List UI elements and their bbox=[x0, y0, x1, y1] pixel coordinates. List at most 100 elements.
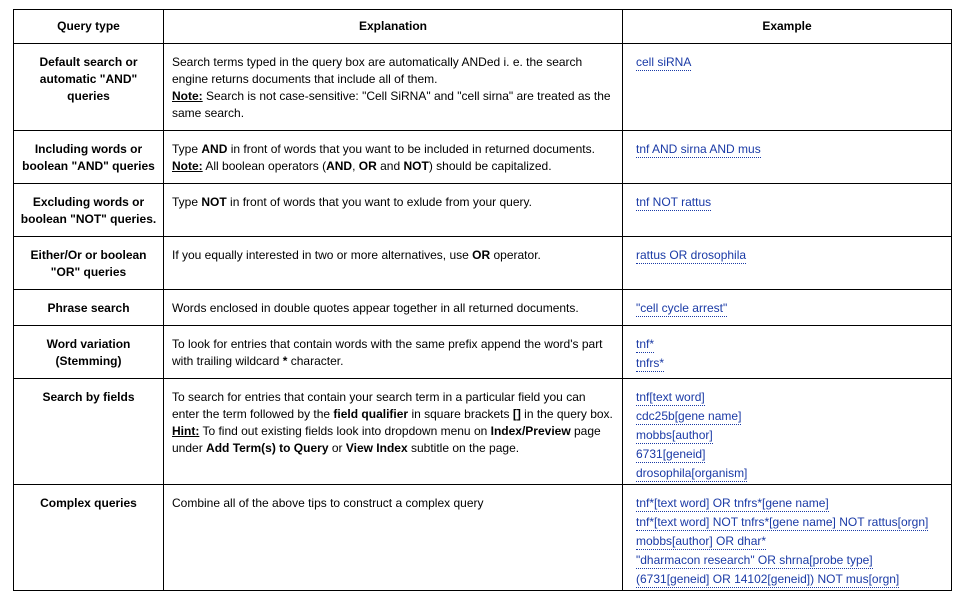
table-row: Search by fields To search for entries t… bbox=[13, 378, 952, 485]
explanation-text: All boolean operators ( bbox=[202, 159, 327, 173]
example-query-link[interactable]: tnf*[text word] NOT tnfrs*[gene name] NO… bbox=[636, 515, 929, 531]
explanation-cell: If you equally interested in two or more… bbox=[163, 236, 623, 290]
table-row: Phrase search Words enclosed in double q… bbox=[13, 289, 952, 326]
query-type-cell: Either/Or or boolean "OR" queries bbox=[13, 236, 164, 290]
explanation-text: Search terms typed in the query box are … bbox=[172, 55, 583, 86]
example-cell: rattus OR drosophila bbox=[622, 236, 952, 290]
note-label: Hint: bbox=[172, 424, 200, 438]
example-line: tnf*[text word] NOT tnfrs*[gene name] NO… bbox=[636, 514, 941, 533]
explanation-text: Search is not case-sensitive: "Cell SiRN… bbox=[172, 89, 611, 120]
table-row: Either/Or or boolean "OR" queries If you… bbox=[13, 236, 952, 290]
query-type-cell: Default search or automatic "AND" querie… bbox=[13, 43, 164, 131]
example-line: 6731[geneid] bbox=[636, 446, 941, 465]
keyword-text: Add Term(s) to Query bbox=[206, 441, 329, 455]
example-query-link[interactable]: tnf*[text word] OR tnfrs*[gene name] bbox=[636, 496, 829, 512]
explanation-text: character. bbox=[287, 354, 344, 368]
example-query-link[interactable]: tnf* bbox=[636, 337, 655, 353]
example-line: tnf[text word] bbox=[636, 389, 941, 408]
table-row: Complex queries Combine all of the above… bbox=[13, 484, 952, 591]
explanation-text: Type bbox=[172, 142, 202, 156]
keyword-text: AND bbox=[326, 159, 353, 173]
keyword-text: OR bbox=[472, 248, 491, 262]
note-label: Note: bbox=[172, 159, 203, 173]
explanation-text: If you equally interested in two or more… bbox=[172, 248, 473, 262]
explanation-text: , bbox=[352, 159, 359, 173]
example-line: tnf AND sirna AND mus bbox=[636, 141, 941, 160]
keyword-text: View Index bbox=[345, 441, 408, 455]
table-row: Including words or boolean "AND" queries… bbox=[13, 130, 952, 184]
example-cell: tnf[text word] cdc25b[gene name] mobbs[aut… bbox=[622, 378, 952, 485]
explanation-text: subtitle on the page. bbox=[407, 441, 520, 455]
example-line: tnf NOT rattus bbox=[636, 194, 941, 213]
query-type-cell: Search by fields bbox=[13, 378, 164, 485]
example-line: mobbs[author] OR dhar* bbox=[636, 533, 941, 552]
example-line: cell siRNA bbox=[636, 54, 941, 73]
table-row: Word variation (Stemming) To look for en… bbox=[13, 325, 952, 379]
explanation-text: Combine all of the above tips to constru… bbox=[172, 496, 484, 510]
example-query-link[interactable]: tnf NOT rattus bbox=[636, 195, 712, 211]
explanation-cell: To search for entries that contain your … bbox=[163, 378, 623, 485]
table-row: Default search or automatic "AND" querie… bbox=[13, 43, 952, 131]
explanation-text: or bbox=[328, 441, 346, 455]
example-cell: tnf* tnfrs* bbox=[622, 325, 952, 379]
example-line: rattus OR drosophila bbox=[636, 247, 941, 266]
example-query-link[interactable]: mobbs[author] OR dhar* bbox=[636, 534, 767, 550]
header-row: Query type Explanation Example bbox=[13, 9, 952, 44]
explanation-cell: Words enclosed in double quotes appear t… bbox=[163, 289, 623, 326]
example-line: "dharmacon research" OR shrna[probe type… bbox=[636, 552, 941, 571]
keyword-text: field qualifier bbox=[333, 407, 409, 421]
example-query-link[interactable]: (6731[geneid] OR 14102[geneid]) NOT mus[… bbox=[636, 572, 900, 588]
explanation-cell: To look for entries that contain words w… bbox=[163, 325, 623, 379]
explanation-text: Type bbox=[172, 195, 202, 209]
keyword-text: Index/Preview bbox=[490, 424, 571, 438]
query-type-cell: Excluding words or boolean "NOT" queries… bbox=[13, 183, 164, 237]
explanation-text: ) should be capitalized. bbox=[428, 159, 552, 173]
example-query-link[interactable]: cdc25b[gene name] bbox=[636, 409, 742, 425]
example-cell: tnf*[text word] OR tnfrs*[gene name] tnf*… bbox=[622, 484, 952, 591]
query-type-cell: Including words or boolean "AND" queries bbox=[13, 130, 164, 184]
keyword-text: NOT bbox=[403, 159, 429, 173]
query-type-cell: Word variation (Stemming) bbox=[13, 325, 164, 379]
example-line: mobbs[author] bbox=[636, 427, 941, 446]
explanation-text: Words enclosed in double quotes appear t… bbox=[172, 301, 579, 315]
example-query-link[interactable]: 6731[geneid] bbox=[636, 447, 706, 463]
example-query-link[interactable]: "dharmacon research" OR shrna[probe type… bbox=[636, 553, 873, 569]
keyword-text: [] bbox=[512, 407, 521, 421]
example-query-link[interactable]: mobbs[author] bbox=[636, 428, 713, 444]
example-line: "cell cycle arrest" bbox=[636, 300, 941, 319]
example-query-link[interactable]: "cell cycle arrest" bbox=[636, 301, 728, 317]
explanation-cell: Search terms typed in the query box are … bbox=[163, 43, 623, 131]
explanation-text: operator. bbox=[490, 248, 541, 262]
explanation-cell: Combine all of the above tips to constru… bbox=[163, 484, 623, 591]
query-type-cell: Complex queries bbox=[13, 484, 164, 591]
example-line: tnf* bbox=[636, 336, 941, 355]
query-help-table: Query type Explanation Example Default s… bbox=[13, 9, 952, 591]
example-cell: "cell cycle arrest" bbox=[622, 289, 952, 326]
example-line: drosophila[organism] bbox=[636, 465, 941, 484]
example-query-link[interactable]: cell siRNA bbox=[636, 55, 692, 71]
example-query-link[interactable]: drosophila[organism] bbox=[636, 466, 748, 482]
explanation-text: To find out existing fields look into dr… bbox=[199, 424, 491, 438]
query-type-cell: Phrase search bbox=[13, 289, 164, 326]
explanation-text: and bbox=[376, 159, 404, 173]
table-body: Default search or automatic "AND" querie… bbox=[13, 43, 952, 591]
header-query-type: Query type bbox=[13, 9, 164, 44]
example-cell: cell siRNA bbox=[622, 43, 952, 131]
example-line: tnfrs* bbox=[636, 355, 941, 374]
table-row: Excluding words or boolean "NOT" queries… bbox=[13, 183, 952, 237]
example-line: (6731[geneid] OR 14102[geneid]) NOT mus[… bbox=[636, 571, 941, 590]
example-line: tnf*[text word] OR tnfrs*[gene name] bbox=[636, 495, 941, 514]
keyword-text: AND bbox=[201, 142, 228, 156]
keyword-text: NOT bbox=[201, 195, 227, 209]
note-label: Note: bbox=[172, 89, 203, 103]
header-explanation: Explanation bbox=[163, 9, 623, 44]
example-query-link[interactable]: tnf[text word] bbox=[636, 390, 705, 406]
example-query-link[interactable]: tnfrs* bbox=[636, 356, 665, 372]
keyword-text: OR bbox=[358, 159, 377, 173]
example-cell: tnf AND sirna AND mus bbox=[622, 130, 952, 184]
explanation-cell: Type AND in front of words that you want… bbox=[163, 130, 623, 184]
example-query-link[interactable]: tnf AND sirna AND mus bbox=[636, 142, 761, 158]
explanation-text: in the query box. bbox=[520, 407, 613, 421]
example-query-link[interactable]: rattus OR drosophila bbox=[636, 248, 747, 264]
header-example: Example bbox=[622, 9, 952, 44]
